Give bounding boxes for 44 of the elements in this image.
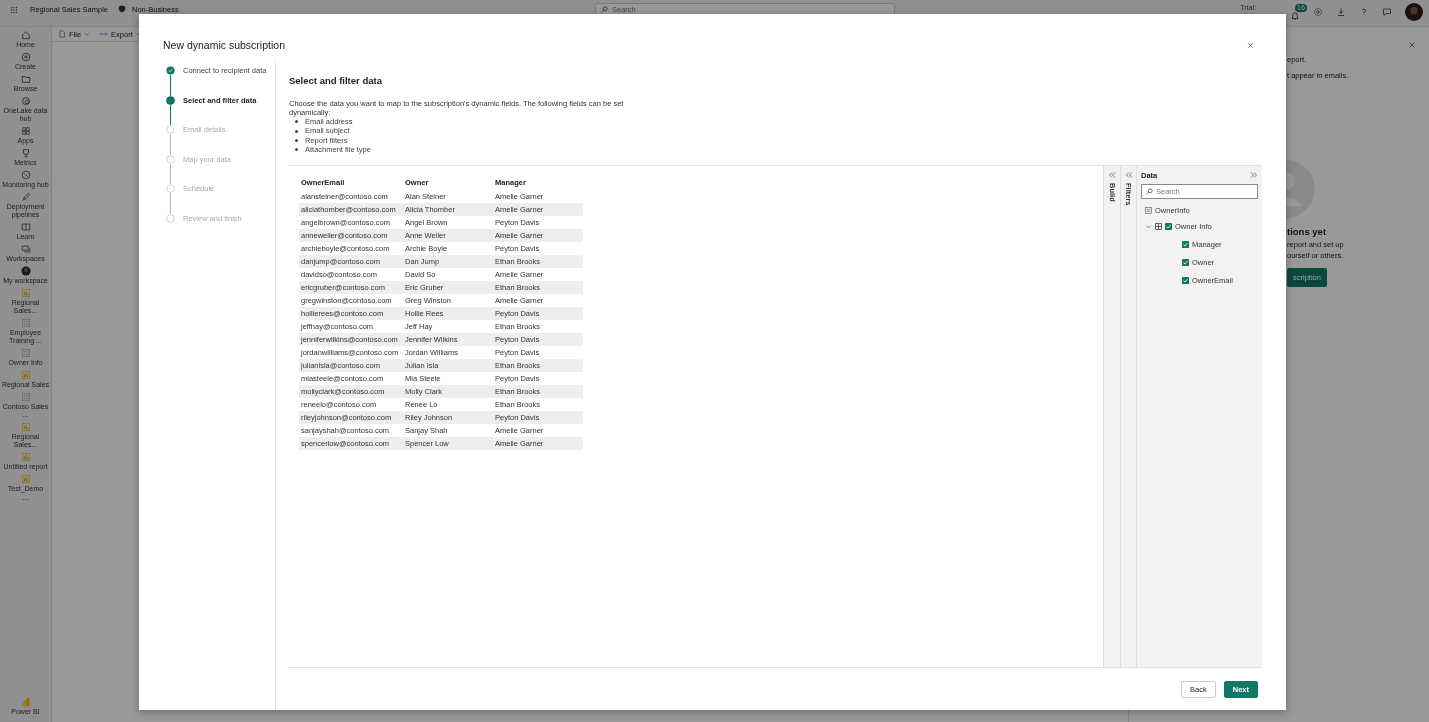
avatar (20, 266, 31, 276)
bar-chart-icon (20, 474, 31, 484)
bar-chart-icon (20, 452, 31, 462)
power-bi-logo-icon (20, 697, 31, 707)
download-icon[interactable] (1336, 7, 1346, 17)
grid-icon (1155, 222, 1162, 230)
document-icon (58, 30, 66, 38)
folder-icon (20, 74, 31, 84)
bar-chart-icon (20, 288, 31, 298)
checkbox[interactable] (1182, 258, 1189, 266)
app-launcher-icon[interactable] (10, 6, 18, 14)
dots-grid-icon (20, 318, 31, 328)
bullet-icon (295, 148, 298, 152)
apps-icon (20, 126, 31, 136)
section-heading: Select and filter data (289, 75, 383, 86)
table-icon (1145, 206, 1152, 214)
bell-icon[interactable] (1290, 11, 1300, 21)
bar-chart-icon (20, 370, 31, 380)
book-icon (20, 222, 31, 232)
checkbox[interactable] (1182, 276, 1189, 284)
empty-state-title: tions yet (1287, 226, 1328, 237)
shield-icon (117, 5, 126, 13)
avatar[interactable] (1405, 3, 1423, 21)
plus-circle-icon (20, 52, 31, 62)
search-icon (1146, 187, 1153, 195)
feedback-icon[interactable] (1382, 7, 1392, 17)
dialog-title: New dynamic subscription (163, 39, 285, 51)
search-icon (601, 5, 608, 13)
bar-chart-icon (20, 422, 31, 432)
checkbox[interactable] (1182, 240, 1189, 248)
dots-grid-icon (20, 392, 31, 402)
hub-icon (20, 96, 31, 106)
dots-grid-icon (20, 348, 31, 358)
arrow-icon (100, 30, 109, 38)
bullet-icon (295, 129, 298, 133)
close-icon[interactable] (1408, 41, 1416, 49)
checkbox[interactable] (1165, 222, 1172, 230)
trophy-icon (20, 148, 31, 158)
close-icon[interactable] (1247, 41, 1254, 49)
home-icon (20, 30, 31, 40)
workspaces-icon (20, 244, 31, 254)
settings-icon[interactable] (1313, 7, 1323, 17)
bullet-icon (295, 139, 298, 142)
bullet-icon (295, 120, 298, 124)
